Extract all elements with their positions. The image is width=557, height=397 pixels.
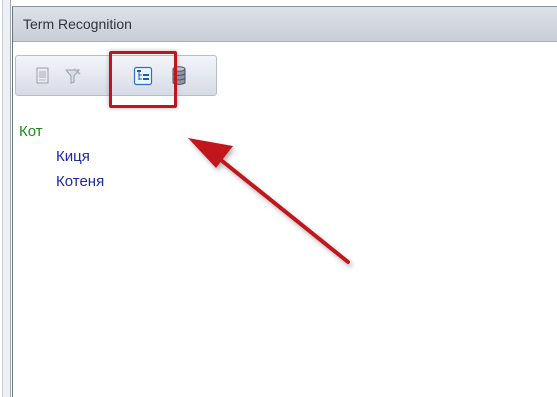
- panel-title: Term Recognition: [23, 16, 132, 32]
- outer-frame-line: [2, 0, 3, 397]
- term-tree: Кот Киця Котеня: [13, 119, 557, 194]
- tree-node-root[interactable]: Кот: [13, 119, 557, 144]
- term-recognition-panel: Term Recognition Кот Киця Котеня: [12, 6, 557, 397]
- document-button[interactable]: [30, 63, 56, 89]
- tree-node-child[interactable]: Котеня: [13, 169, 557, 194]
- document-icon: [34, 66, 52, 86]
- panel-toolbar: [13, 42, 557, 111]
- filter-button[interactable]: [60, 63, 86, 89]
- filter-icon: [63, 66, 83, 86]
- panel-titlebar[interactable]: Term Recognition: [13, 7, 557, 42]
- highlight-box: [109, 51, 177, 108]
- outer-frame-rail: [2, 0, 11, 397]
- tree-node-child[interactable]: Киця: [13, 144, 557, 169]
- screenshot-canvas: Term Recognition Кот Киця Котеня: [0, 0, 557, 397]
